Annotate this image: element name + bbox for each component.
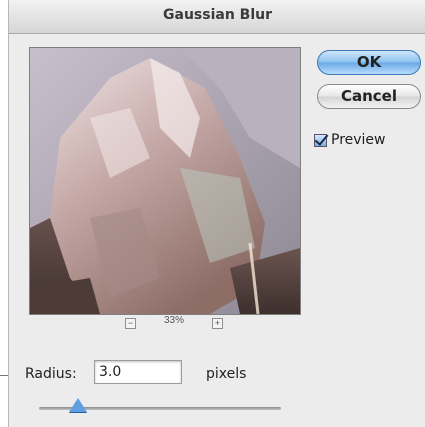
zoom-level: 33%: [163, 315, 184, 326]
zoom-in-button[interactable]: +: [212, 318, 223, 329]
dialog-title: Gaussian Blur: [163, 7, 272, 23]
gaussian-blur-dialog: Gaussian Blur OK Cancel Preview − 33% + …: [8, 0, 425, 427]
preview-checkbox[interactable]: Preview: [314, 130, 386, 150]
title-bar[interactable]: Gaussian Blur: [9, 0, 425, 34]
minus-icon: −: [127, 318, 134, 328]
preview-image[interactable]: [29, 47, 301, 315]
cancel-button[interactable]: Cancel: [317, 84, 421, 109]
rock-preview-graphic: [30, 48, 300, 314]
radius-unit: pixels: [206, 366, 247, 382]
triangle-thumb-icon[interactable]: [68, 398, 87, 412]
plus-icon: +: [214, 318, 221, 328]
preview-checkbox-label: Preview: [331, 132, 386, 148]
ok-button[interactable]: OK: [317, 50, 421, 75]
checkmark-icon[interactable]: [314, 133, 327, 147]
zoom-out-button[interactable]: −: [125, 318, 136, 329]
edge-line: [0, 375, 8, 376]
radius-input[interactable]: [94, 360, 182, 384]
radius-label: Radius:: [25, 366, 77, 382]
